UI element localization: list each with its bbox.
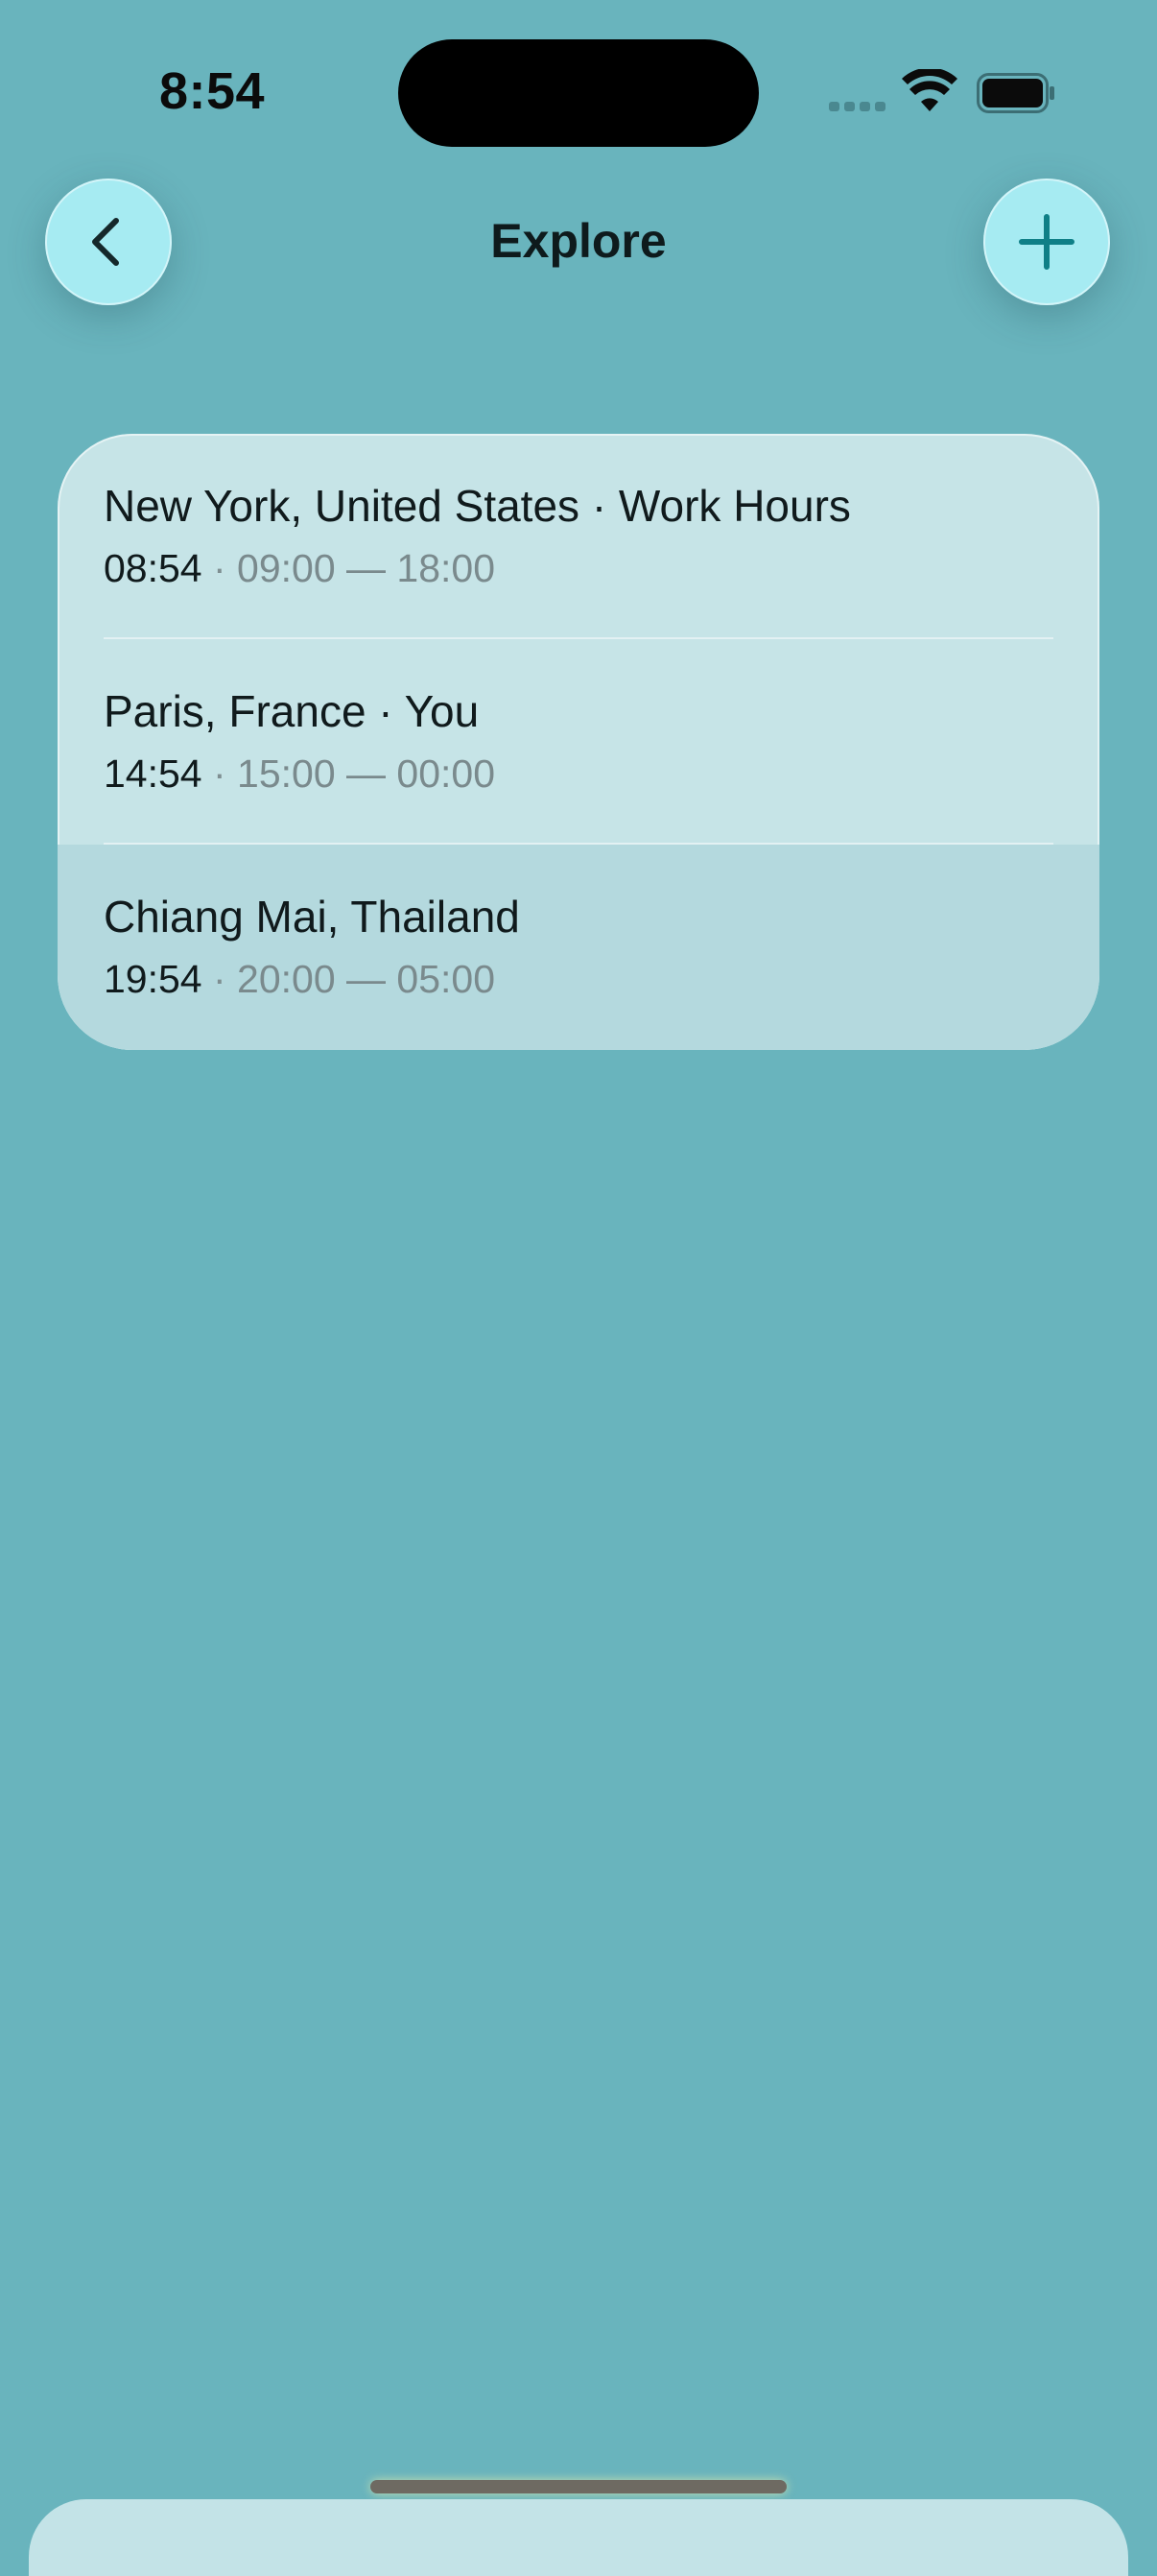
current-time: 08:54 bbox=[104, 546, 202, 590]
list-item[interactable]: Chiang Mai, Thailand 19:54 · 20:00 — 05:… bbox=[58, 845, 1099, 1050]
current-time: 14:54 bbox=[104, 751, 202, 796]
location-times: 19:54 · 20:00 — 05:00 bbox=[104, 957, 495, 1002]
plus-icon bbox=[1019, 214, 1074, 270]
location-times: 08:54 · 09:00 — 18:00 bbox=[104, 546, 495, 591]
locations-list: New York, United States · Work Hours 08:… bbox=[58, 434, 1099, 1050]
current-time: 19:54 bbox=[104, 957, 202, 1001]
location-title: Paris, France · You bbox=[104, 686, 480, 736]
separator: · bbox=[201, 751, 238, 796]
home-indicator[interactable] bbox=[370, 2480, 787, 2493]
work-hours: 15:00 — 00:00 bbox=[237, 751, 496, 796]
list-item[interactable]: Paris, France · You 14:54 · 15:00 — 00:0… bbox=[58, 639, 1099, 845]
separator: · bbox=[201, 957, 238, 1001]
work-hours: 20:00 — 05:00 bbox=[237, 957, 496, 1001]
signal-icon bbox=[829, 102, 886, 113]
battery-icon bbox=[977, 73, 1054, 113]
location-times: 14:54 · 15:00 — 00:00 bbox=[104, 751, 495, 797]
separator: · bbox=[201, 546, 238, 590]
dynamic-island bbox=[398, 39, 759, 147]
list-item[interactable]: New York, United States · Work Hours 08:… bbox=[58, 434, 1099, 639]
wifi-icon bbox=[902, 69, 957, 111]
location-title: New York, United States · Work Hours bbox=[104, 481, 851, 531]
status-time: 8:54 bbox=[159, 62, 266, 120]
work-hours: 09:00 — 18:00 bbox=[237, 546, 496, 590]
bottom-sheet[interactable] bbox=[29, 2499, 1128, 2576]
location-title: Chiang Mai, Thailand bbox=[104, 892, 520, 942]
add-location-button[interactable] bbox=[983, 179, 1110, 305]
